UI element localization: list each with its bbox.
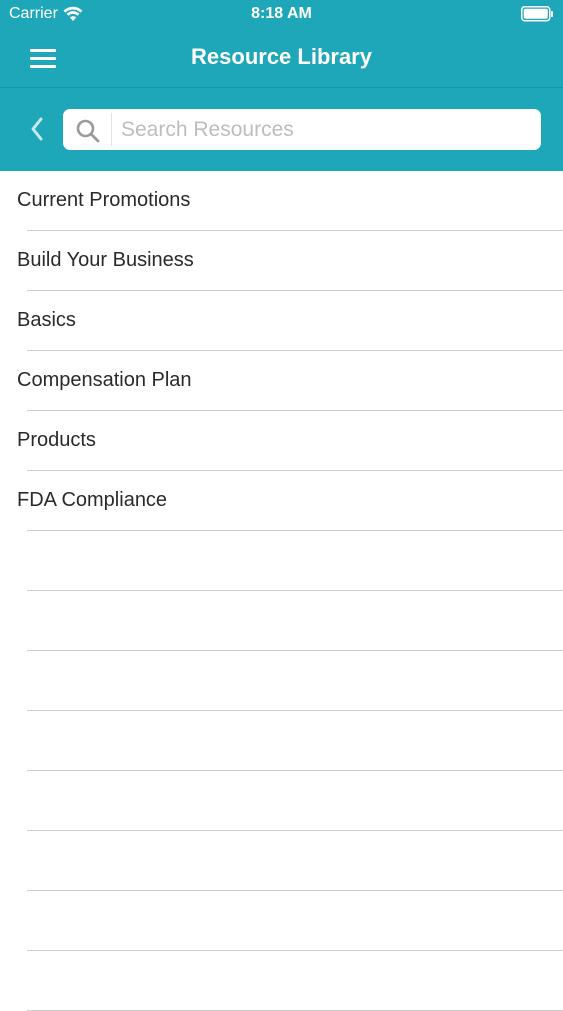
list-item-label: Products [17,429,96,451]
list-item-label: Current Promotions [17,189,191,211]
nav-divider [0,87,563,88]
empty-row [0,711,563,771]
search-divider [111,113,112,146]
battery-icon [521,6,554,22]
resource-list: Current Promotions Build Your Business Bas… [0,171,563,1011]
list-item[interactable]: FDA Compliance [0,471,563,531]
list-item-label: Compensation Plan [17,369,192,391]
list-item-label: Basics [17,309,76,331]
header: Carrier 8:18 AM Resource Library [0,0,563,171]
empty-row [0,591,563,651]
navigation-bar: Resource Library [0,28,563,87]
empty-row [0,891,563,951]
empty-row [0,951,563,1011]
page-title: Resource Library [191,44,372,69]
chevron-left-icon[interactable] [26,114,50,144]
search-box [63,109,541,150]
list-item[interactable]: Products [0,411,563,471]
status-time: 8:18 AM [251,5,312,22]
list-item-label: Build Your Business [17,249,194,271]
list-item[interactable]: Compensation Plan [0,351,563,411]
list-item[interactable]: Build Your Business [0,231,563,291]
empty-row [0,831,563,891]
list-item-label: FDA Compliance [17,489,168,511]
status-bar: Carrier 8:18 AM [0,0,563,28]
search-input[interactable] [121,114,531,145]
empty-row [0,651,563,711]
list-item[interactable]: Basics [0,291,563,351]
empty-row [0,771,563,831]
list-item[interactable]: Current Promotions [0,171,563,231]
search-icon [75,118,101,144]
empty-row [0,531,563,591]
